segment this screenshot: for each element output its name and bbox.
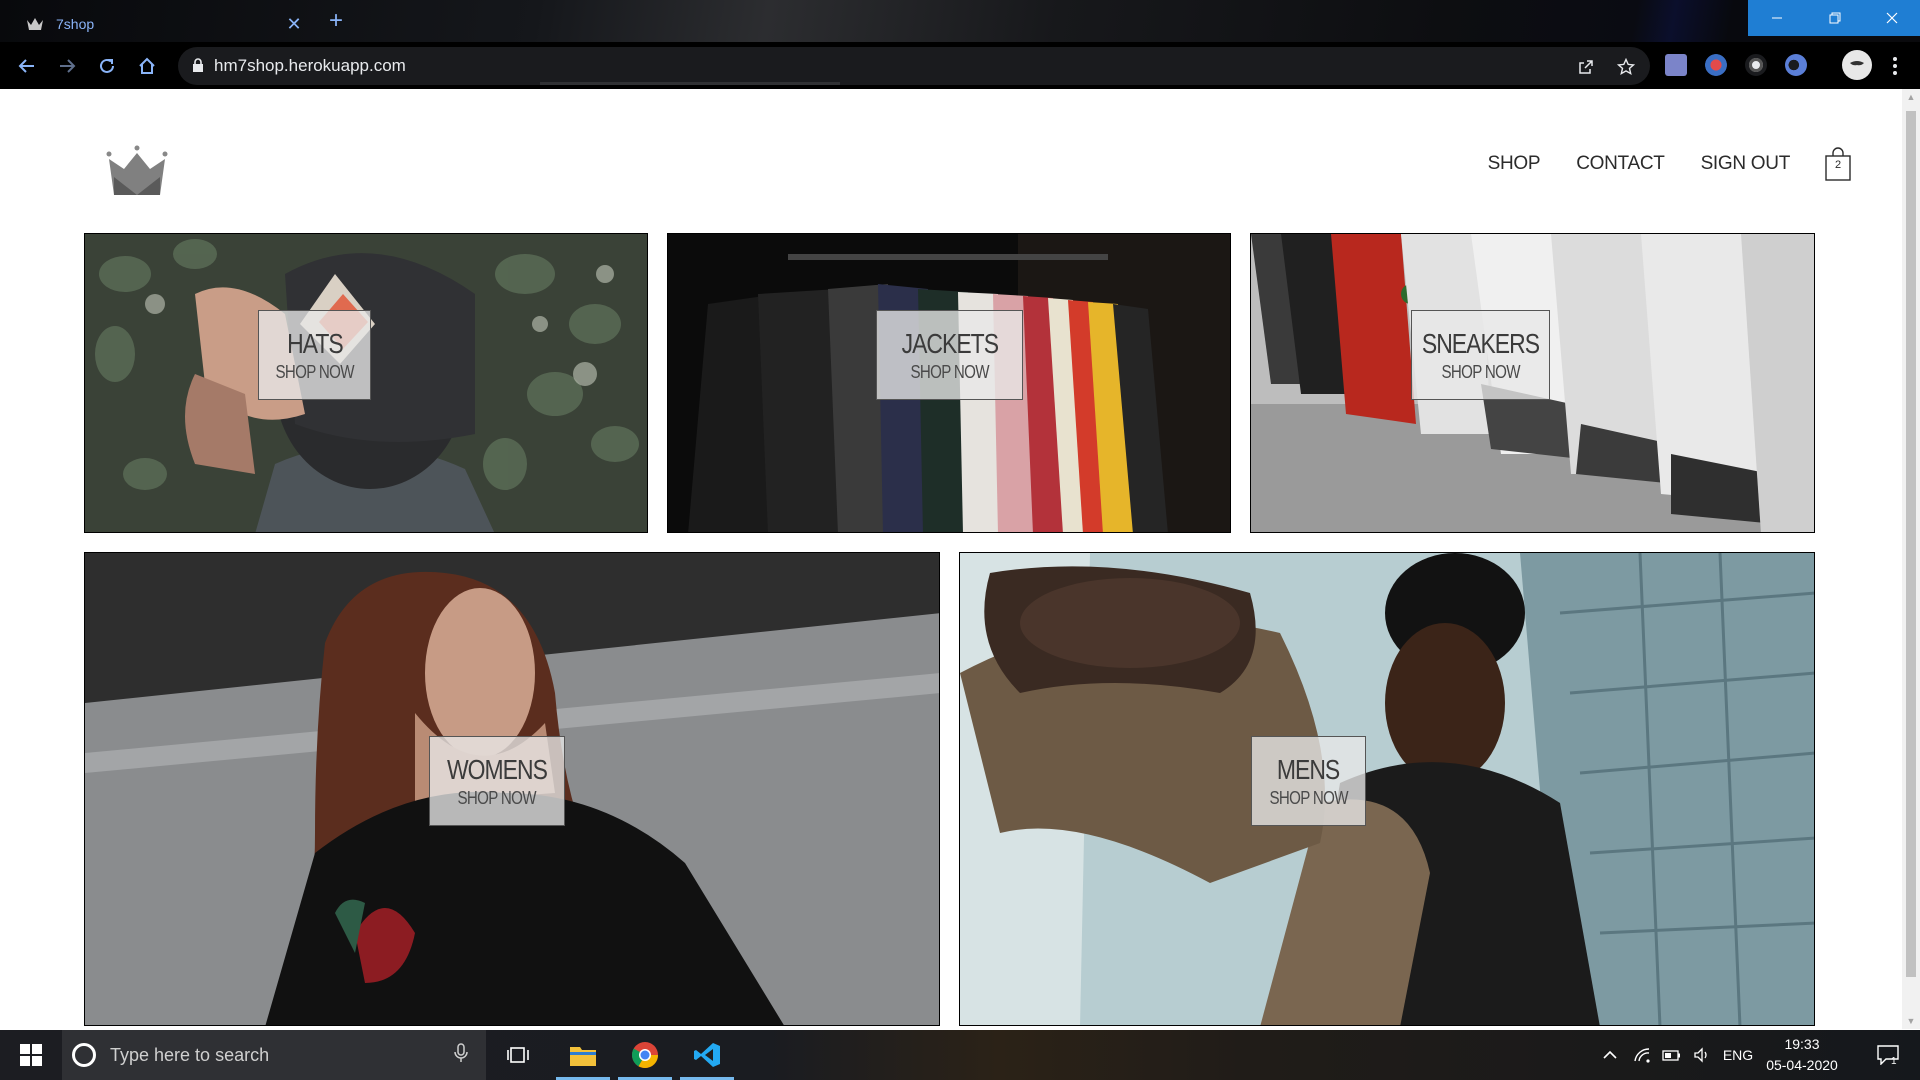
address-bar[interactable]: hm7shop.herokuapp.com xyxy=(178,47,1650,85)
cart-count: 2 xyxy=(1834,159,1842,171)
nav-contact[interactable]: CONTACT xyxy=(1576,153,1665,175)
start-button[interactable] xyxy=(0,1030,62,1080)
scroll-up-icon[interactable]: ▲ xyxy=(1902,89,1920,105)
microphone-icon[interactable] xyxy=(454,1042,468,1068)
volume-icon[interactable] xyxy=(1688,1030,1716,1080)
extension-icon-4[interactable] xyxy=(1785,54,1807,76)
tile-label-sneakers[interactable]: SNEAKERS SHOP NOW xyxy=(1411,310,1550,400)
chrome-icon[interactable] xyxy=(614,1030,676,1080)
language-indicator[interactable]: ENG xyxy=(1718,1030,1758,1080)
browser-toolbar: hm7shop.herokuapp.com xyxy=(0,42,1920,89)
restore-icon xyxy=(1829,12,1841,24)
category-tile-sneakers[interactable]: SNEAKERS SHOP NOW xyxy=(1250,233,1815,533)
search-placeholder: Type here to search xyxy=(110,1044,270,1065)
scroll-thumb[interactable] xyxy=(1906,111,1916,977)
back-icon[interactable] xyxy=(12,51,42,81)
clock-date: 05-04-2020 xyxy=(1766,1057,1838,1073)
tab-close-icon[interactable]: ✕ xyxy=(284,14,304,34)
tile-shop-now: SHOP NOW xyxy=(1441,361,1520,382)
open-external-icon[interactable] xyxy=(1575,56,1597,78)
tile-shop-now: SHOP NOW xyxy=(457,787,537,808)
forward-icon[interactable] xyxy=(52,51,82,81)
mens-photo xyxy=(960,553,1814,1025)
crown-logo-icon[interactable] xyxy=(104,145,170,197)
cart-button[interactable]: 2 xyxy=(1824,147,1852,181)
notification-icon[interactable]: 1 xyxy=(1866,1030,1910,1080)
tile-label-jackets[interactable]: JACKETS SHOP NOW xyxy=(876,310,1023,400)
close-window-button[interactable] xyxy=(1864,0,1920,36)
category-tile-mens[interactable]: MENS SHOP NOW xyxy=(959,552,1815,1026)
menu-kebab-icon[interactable] xyxy=(1880,51,1910,81)
url-text: hm7shop.herokuapp.com xyxy=(214,56,406,75)
search-icon xyxy=(72,1043,96,1067)
vscode-icon[interactable] xyxy=(676,1030,738,1080)
lock-icon xyxy=(192,57,204,75)
clock[interactable]: 19:33 05-04-2020 xyxy=(1756,1034,1848,1076)
tile-label-mens[interactable]: MENS SHOP NOW xyxy=(1251,736,1366,826)
main-nav: SHOP CONTACT SIGN OUT 2 xyxy=(1452,147,1852,181)
tile-shop-now: SHOP NOW xyxy=(275,361,354,382)
tile-shop-now: SHOP NOW xyxy=(910,361,989,382)
nav-shop[interactable]: SHOP xyxy=(1488,153,1541,175)
tile-title: SNEAKERS xyxy=(1421,327,1540,359)
tile-shop-now: SHOP NOW xyxy=(1269,787,1348,808)
toolbar-scroll-indicator xyxy=(540,82,840,85)
taskbar-search[interactable]: Type here to search xyxy=(62,1030,486,1080)
file-explorer-icon[interactable] xyxy=(552,1030,614,1080)
windows-start-icon xyxy=(20,1044,42,1066)
nav-sign-out[interactable]: SIGN OUT xyxy=(1701,153,1791,175)
browser-tab-strip: 7shop ✕ + xyxy=(0,0,1920,42)
extension-icon-2[interactable] xyxy=(1705,54,1727,76)
task-view-icon[interactable] xyxy=(488,1030,550,1080)
clock-time: 19:33 xyxy=(1784,1036,1820,1052)
category-tile-jackets[interactable]: JACKETS SHOP NOW xyxy=(667,233,1231,533)
extension-icon-3[interactable] xyxy=(1745,54,1767,76)
tile-title: WOMENS xyxy=(447,753,548,785)
minimize-icon xyxy=(1772,17,1782,19)
show-hidden-icons-icon[interactable] xyxy=(1596,1030,1624,1080)
reload-icon[interactable] xyxy=(92,51,122,81)
profile-avatar[interactable] xyxy=(1842,50,1872,80)
tile-label-womens[interactable]: WOMENS SHOP NOW xyxy=(429,736,565,826)
tile-title: MENS xyxy=(1277,753,1340,785)
tile-label-hats[interactable]: HATS SHOP NOW xyxy=(258,310,371,400)
scroll-down-icon[interactable]: ▼ xyxy=(1902,1013,1920,1029)
close-icon xyxy=(1886,12,1898,24)
category-tile-hats[interactable]: HATS SHOP NOW xyxy=(84,233,648,533)
home-icon[interactable] xyxy=(132,51,162,81)
restore-button[interactable] xyxy=(1806,0,1864,36)
web-page: SHOP CONTACT SIGN OUT 2 HATS SHOP NOW JA… xyxy=(0,89,1902,1029)
tab-title: 7shop xyxy=(56,16,95,32)
new-tab-button[interactable]: + xyxy=(322,9,350,35)
browser-tab[interactable]: 7shop ✕ xyxy=(12,6,312,42)
page-scrollbar[interactable]: ▲ ▼ xyxy=(1902,89,1920,1029)
crown-favicon-icon xyxy=(27,18,43,30)
bookmark-star-icon[interactable] xyxy=(1615,56,1637,78)
extension-icon-1[interactable] xyxy=(1665,54,1687,76)
tile-title: JACKETS xyxy=(901,327,998,359)
wifi-icon[interactable] xyxy=(1628,1030,1656,1080)
category-tile-womens[interactable]: WOMENS SHOP NOW xyxy=(84,552,940,1026)
windows-taskbar: Type here to search ENG 19:33 05-04-2020 xyxy=(0,1030,1920,1080)
tile-title: HATS xyxy=(286,327,344,359)
battery-icon[interactable] xyxy=(1658,1030,1686,1080)
notification-count: 1 xyxy=(1891,1056,1897,1067)
minimize-button[interactable] xyxy=(1748,0,1806,36)
